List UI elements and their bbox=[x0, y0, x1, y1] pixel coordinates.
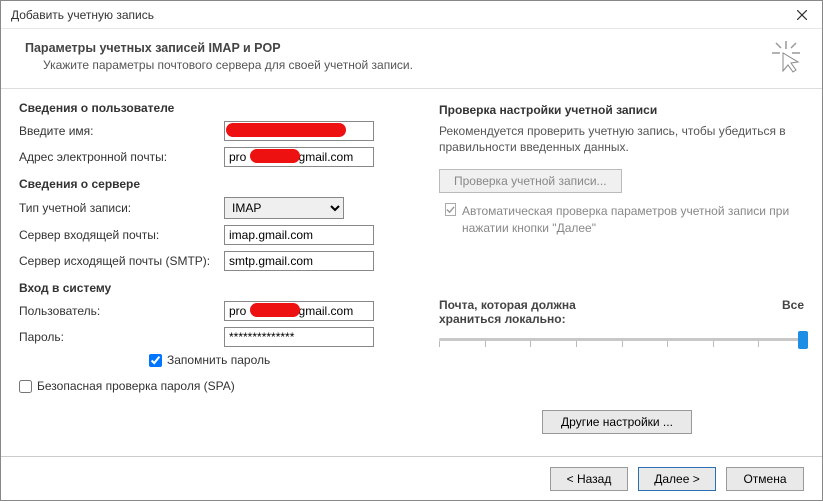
back-button[interactable]: < Назад bbox=[550, 467, 628, 491]
wizard-footer: < Назад Далее > Отмена bbox=[1, 456, 822, 500]
mail-offline-slider[interactable] bbox=[439, 330, 804, 358]
slider-thumb[interactable] bbox=[798, 331, 808, 349]
titlebar: Добавить учетную запись bbox=[1, 1, 822, 29]
auto-test-checkbox-row: Автоматическая проверка параметров учетн… bbox=[439, 203, 804, 235]
section-user-info: Сведения о пользователе bbox=[19, 101, 399, 115]
slider-label-right: Все bbox=[782, 298, 804, 326]
account-type-label: Тип учетной записи: bbox=[19, 201, 224, 215]
cancel-button[interactable]: Отмена bbox=[726, 467, 804, 491]
header-title: Параметры учетных записей IMAP и POP bbox=[25, 41, 806, 55]
password-input[interactable] bbox=[224, 327, 374, 347]
close-icon bbox=[797, 10, 807, 20]
section-server-info: Сведения о сервере bbox=[19, 177, 399, 191]
next-button[interactable]: Далее > bbox=[638, 467, 716, 491]
name-label: Введите имя: bbox=[19, 124, 224, 138]
header-subtitle: Укажите параметры почтового сервера для … bbox=[25, 58, 806, 72]
spa-label: Безопасная проверка пароля (SPA) bbox=[37, 379, 235, 393]
mail-offline-slider-block: Почта, которая должна храниться локально… bbox=[439, 298, 804, 358]
close-button[interactable] bbox=[782, 1, 822, 29]
cursor-spark-icon bbox=[768, 39, 804, 75]
left-column: Сведения о пользователе Введите имя: Адр… bbox=[19, 99, 399, 396]
check-icon bbox=[446, 205, 455, 214]
email-input[interactable] bbox=[224, 147, 374, 167]
remember-password-checkbox[interactable] bbox=[149, 354, 162, 367]
outgoing-server-input[interactable] bbox=[224, 251, 374, 271]
username-label: Пользователь: bbox=[19, 304, 224, 318]
incoming-server-input[interactable] bbox=[224, 225, 374, 245]
account-type-select[interactable]: IMAP bbox=[224, 197, 344, 219]
wizard-header: Параметры учетных записей IMAP и POP Ука… bbox=[1, 29, 822, 84]
test-account-note: Рекомендуется проверить учетную запись, … bbox=[439, 123, 804, 155]
test-account-button[interactable]: Проверка учетной записи... bbox=[439, 169, 622, 193]
auto-test-label: Автоматическая проверка параметров учетн… bbox=[462, 203, 804, 235]
incoming-server-label: Сервер входящей почты: bbox=[19, 228, 224, 242]
other-settings-button[interactable]: Другие настройки ... bbox=[542, 410, 692, 434]
right-column: Проверка настройки учетной записи Рекоме… bbox=[439, 99, 804, 396]
spa-checkbox[interactable] bbox=[19, 380, 32, 393]
password-label: Пароль: bbox=[19, 330, 224, 344]
window-title: Добавить учетную запись bbox=[11, 8, 154, 22]
outgoing-server-label: Сервер исходящей почты (SMTP): bbox=[19, 254, 224, 268]
name-input[interactable] bbox=[224, 121, 374, 141]
email-label: Адрес электронной почты: bbox=[19, 150, 224, 164]
section-login: Вход в систему bbox=[19, 281, 399, 295]
username-input[interactable] bbox=[224, 301, 374, 321]
auto-test-checkbox[interactable] bbox=[445, 203, 456, 216]
section-test-account: Проверка настройки учетной записи bbox=[439, 103, 804, 117]
remember-password-label: Запомнить пароль bbox=[167, 353, 270, 367]
slider-label-left: Почта, которая должна храниться локально… bbox=[439, 298, 639, 326]
